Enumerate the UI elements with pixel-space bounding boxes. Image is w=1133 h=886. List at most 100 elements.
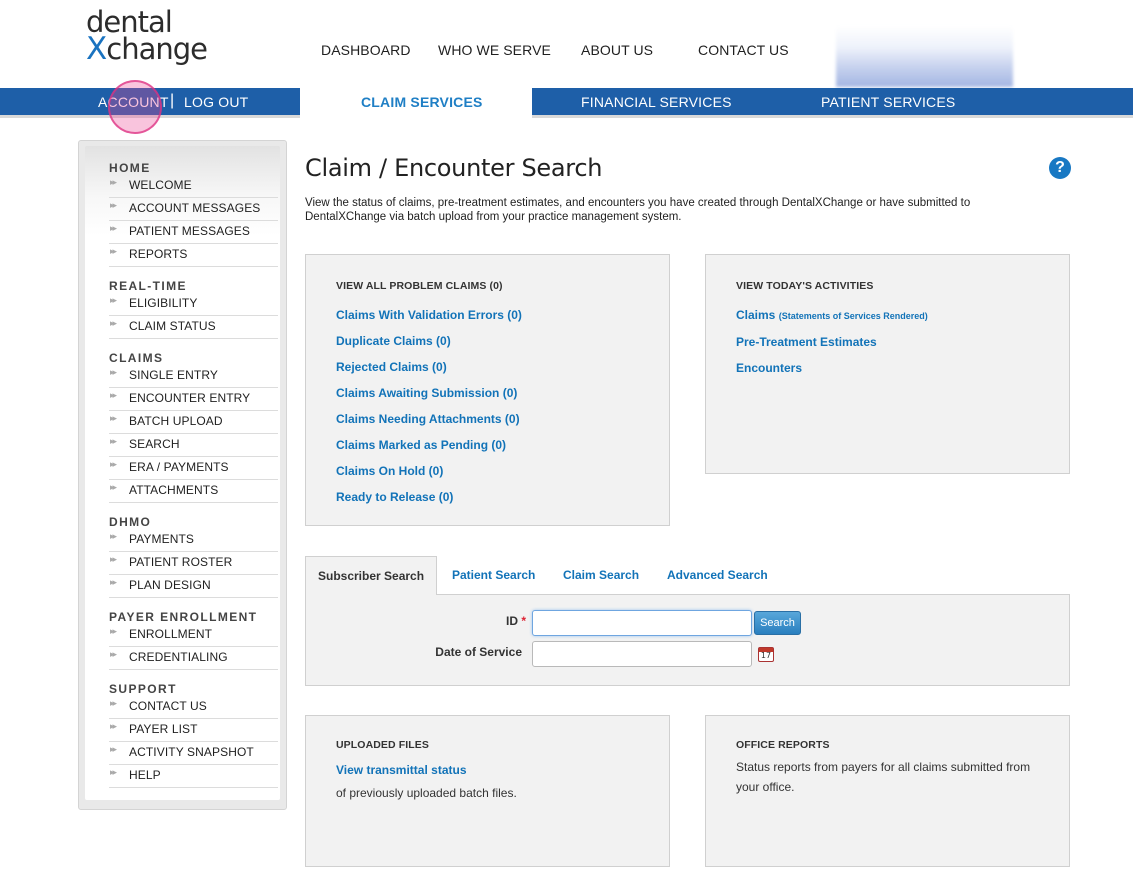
sidebar-item-label: CLAIM STATUS (129, 319, 216, 333)
nav-contact-us[interactable]: CONTACT US (698, 42, 789, 58)
double-arrow-icon: ▸▸ (110, 246, 117, 256)
nav-who-we-serve[interactable]: WHO WE SERVE (438, 42, 551, 58)
sidebar-section-dhmo: DHMO (109, 515, 152, 529)
sidebar-section-home: HOME (109, 161, 151, 175)
sidebar-item-batch-upload[interactable]: ▸▸ BATCH UPLOAD (109, 411, 278, 434)
office-reports-panel: OFFICE REPORTS Status reports from payer… (705, 715, 1070, 867)
logo-rest: change (106, 32, 208, 66)
calendar-icon[interactable]: 17 (758, 647, 774, 662)
double-arrow-icon: ▸▸ (110, 649, 117, 659)
link-awaiting-submission[interactable]: Claims Awaiting Submission (0) (336, 386, 517, 400)
sidebar-item-label: ELIGIBILITY (129, 296, 198, 310)
date-of-service-input[interactable] (532, 641, 752, 667)
claims-link-note: (Statements of Services Rendered) (778, 311, 928, 321)
tab-advanced-search[interactable]: Advanced Search (667, 556, 768, 595)
todays-activities-title: VIEW TODAY'S ACTIVITIES (736, 280, 874, 292)
sidebar-section-support: SUPPORT (109, 682, 177, 696)
sidebar-item-reports[interactable]: ▸▸ REPORTS (109, 244, 278, 267)
claims-link-label: Claims (736, 308, 776, 322)
link-needing-attachments[interactable]: Claims Needing Attachments (0) (336, 412, 520, 426)
account-link[interactable]: ACCOUNT (98, 94, 169, 110)
page-title: Claim / Encounter Search (305, 154, 603, 182)
double-arrow-icon: ▸▸ (110, 367, 117, 377)
search-button[interactable]: Search (754, 611, 801, 635)
double-arrow-icon: ▸▸ (110, 223, 117, 233)
sidebar: HOME ▸▸ WELCOME ▸▸ ACCOUNT MESSAGES ▸▸ PATI… (78, 140, 287, 810)
sidebar-item-patient-roster[interactable]: ▸▸ PATIENT ROSTER (109, 552, 278, 575)
sidebar-item-payer-list[interactable]: ▸▸ PAYER LIST (109, 719, 278, 742)
sidebar-item-patient-messages[interactable]: ▸▸ PATIENT MESSAGES (109, 221, 278, 244)
sidebar-item-label: SINGLE ENTRY (129, 368, 219, 382)
sidebar-item-credentialing[interactable]: ▸▸ CREDENTIALING (109, 647, 278, 670)
double-arrow-icon: ▸▸ (110, 577, 117, 587)
link-marked-pending[interactable]: Claims Marked as Pending (0) (336, 438, 506, 452)
double-arrow-icon: ▸▸ (110, 482, 117, 492)
sidebar-item-label: PATIENT MESSAGES (129, 224, 250, 238)
tab-financial-services[interactable]: FINANCIAL SERVICES (581, 94, 732, 110)
sidebar-item-label: ENROLLMENT (129, 627, 213, 641)
logo-x: X (86, 31, 107, 67)
nav-about-us[interactable]: ABOUT US (581, 42, 653, 58)
sidebar-item-account-messages[interactable]: ▸▸ ACCOUNT MESSAGES (109, 198, 278, 221)
sidebar-item-contact-us[interactable]: ▸▸ CONTACT US (109, 696, 278, 719)
double-arrow-icon: ▸▸ (110, 626, 117, 636)
tab-patient-search[interactable]: Patient Search (452, 556, 535, 595)
sidebar-item-attachments[interactable]: ▸▸ ATTACHMENTS (109, 480, 278, 503)
double-arrow-icon: ▸▸ (110, 721, 117, 731)
nav-dashboard[interactable]: DASHBOARD (321, 42, 411, 58)
link-duplicate-claims[interactable]: Duplicate Claims (0) (336, 334, 451, 348)
link-on-hold[interactable]: Claims On Hold (0) (336, 464, 443, 478)
sidebar-section-real-time: REAL-TIME (109, 279, 187, 293)
sidebar-item-label: PAYMENTS (129, 532, 195, 546)
link-todays-claims[interactable]: Claims (Statements of Services Rendered) (736, 308, 928, 322)
tab-claim-services[interactable]: CLAIM SERVICES (361, 94, 483, 110)
tab-subscriber-search[interactable]: Subscriber Search (305, 556, 437, 595)
sidebar-item-label: SEARCH (129, 437, 180, 451)
logout-link[interactable]: LOG OUT (184, 94, 248, 110)
sidebar-item-label: REPORTS (129, 247, 188, 261)
sidebar-item-label: PLAN DESIGN (129, 578, 211, 592)
link-rejected-claims[interactable]: Rejected Claims (0) (336, 360, 447, 374)
sidebar-item-payments[interactable]: ▸▸ PAYMENTS (109, 529, 278, 552)
double-arrow-icon: ▸▸ (110, 698, 117, 708)
uploaded-files-title: UPLOADED FILES (336, 739, 429, 751)
link-pre-treatment-estimates[interactable]: Pre-Treatment Estimates (736, 335, 877, 349)
tab-patient-services[interactable]: PATIENT SERVICES (821, 94, 955, 110)
double-arrow-icon: ▸▸ (110, 531, 117, 541)
link-validation-errors[interactable]: Claims With Validation Errors (0) (336, 308, 522, 322)
sidebar-item-label: ACCOUNT MESSAGES (129, 201, 261, 215)
intro-text: View the status of claims, pre-treatment… (305, 197, 971, 223)
tab-claim-search[interactable]: Claim Search (563, 556, 639, 595)
link-ready-to-release[interactable]: Ready to Release (0) (336, 490, 453, 504)
uploaded-files-panel: UPLOADED FILES View transmittal status o… (305, 715, 670, 867)
dentalxchange-logo[interactable]: dental Xchange (86, 8, 208, 67)
sidebar-item-help[interactable]: ▸▸ HELP (109, 765, 278, 788)
sidebar-item-eligibility[interactable]: ▸▸ ELIGIBILITY (109, 293, 278, 316)
office-reports-text: Status reports from payers for all claim… (736, 760, 1031, 794)
link-view-transmittal-status[interactable]: View transmittal status (336, 763, 467, 777)
sidebar-section-payer-enrollment: PAYER ENROLLMENT (109, 610, 258, 624)
problem-claims-title: VIEW ALL PROBLEM CLAIMS (0) (336, 280, 503, 292)
sidebar-item-enrollment[interactable]: ▸▸ ENROLLMENT (109, 624, 278, 647)
id-input[interactable] (532, 610, 752, 636)
sidebar-item-label: CONTACT US (129, 699, 207, 713)
sidebar-item-claim-status[interactable]: ▸▸ CLAIM STATUS (109, 316, 278, 339)
sidebar-item-plan-design[interactable]: ▸▸ PLAN DESIGN (109, 575, 278, 598)
problem-claims-panel: VIEW ALL PROBLEM CLAIMS (0) Claims With … (305, 254, 670, 526)
sidebar-item-label: PAYER LIST (129, 722, 198, 736)
sidebar-item-activity-snapshot[interactable]: ▸▸ ACTIVITY SNAPSHOT (109, 742, 278, 765)
double-arrow-icon: ▸▸ (110, 177, 117, 187)
sidebar-item-welcome[interactable]: ▸▸ WELCOME (109, 175, 278, 198)
sidebar-item-label: BATCH UPLOAD (129, 414, 223, 428)
sidebar-item-encounter-entry[interactable]: ▸▸ ENCOUNTER ENTRY (109, 388, 278, 411)
todays-activities-panel: VIEW TODAY'S ACTIVITIES Claims (Statemen… (705, 254, 1070, 474)
link-encounters[interactable]: Encounters (736, 361, 802, 375)
sidebar-item-search[interactable]: ▸▸ SEARCH (109, 434, 278, 457)
user-info-block (836, 26, 1013, 87)
sidebar-item-era-payments[interactable]: ▸▸ ERA / PAYMENTS (109, 457, 278, 480)
sidebar-item-single-entry[interactable]: ▸▸ SINGLE ENTRY (109, 365, 278, 388)
sidebar-item-label: HELP (129, 768, 161, 782)
help-icon[interactable]: ? (1049, 157, 1071, 179)
sidebar-section-claims: CLAIMS (109, 351, 164, 365)
services-nav-bar: ACCOUNT | LOG OUT CLAIM SERVICES FINANCI… (0, 88, 1133, 118)
